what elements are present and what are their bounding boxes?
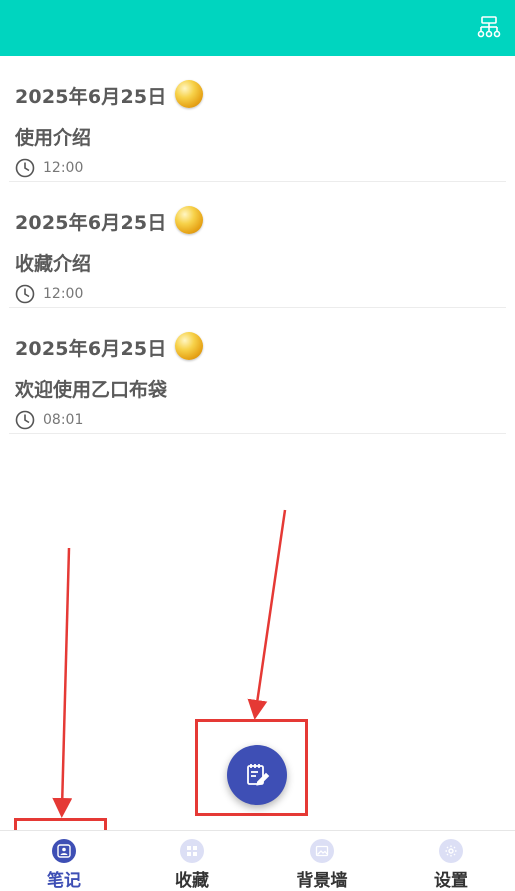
arrow-to-fab	[247, 509, 287, 720]
tab-background-wall-label: 背景墙	[296, 871, 348, 891]
tab-favorites-label: 收藏	[175, 871, 209, 891]
gear-icon	[439, 839, 463, 863]
tab-background-wall[interactable]: 背景墙	[258, 831, 386, 891]
tab-settings[interactable]: 设置	[387, 831, 515, 891]
user-icon	[52, 839, 76, 863]
edit-note-icon	[247, 764, 270, 786]
grid-icon	[180, 839, 204, 863]
tab-settings-label: 设置	[434, 871, 468, 891]
new-note-button[interactable]	[227, 745, 287, 805]
arrow-to-notes-tab	[52, 547, 73, 818]
tab-notes[interactable]: 笔记	[0, 831, 128, 891]
bottom-navigation: 笔记 收藏 背景墙 设置	[0, 830, 515, 891]
tab-notes-label: 笔记	[47, 871, 81, 891]
tab-favorites[interactable]: 收藏	[128, 831, 256, 891]
image-icon	[310, 839, 334, 863]
